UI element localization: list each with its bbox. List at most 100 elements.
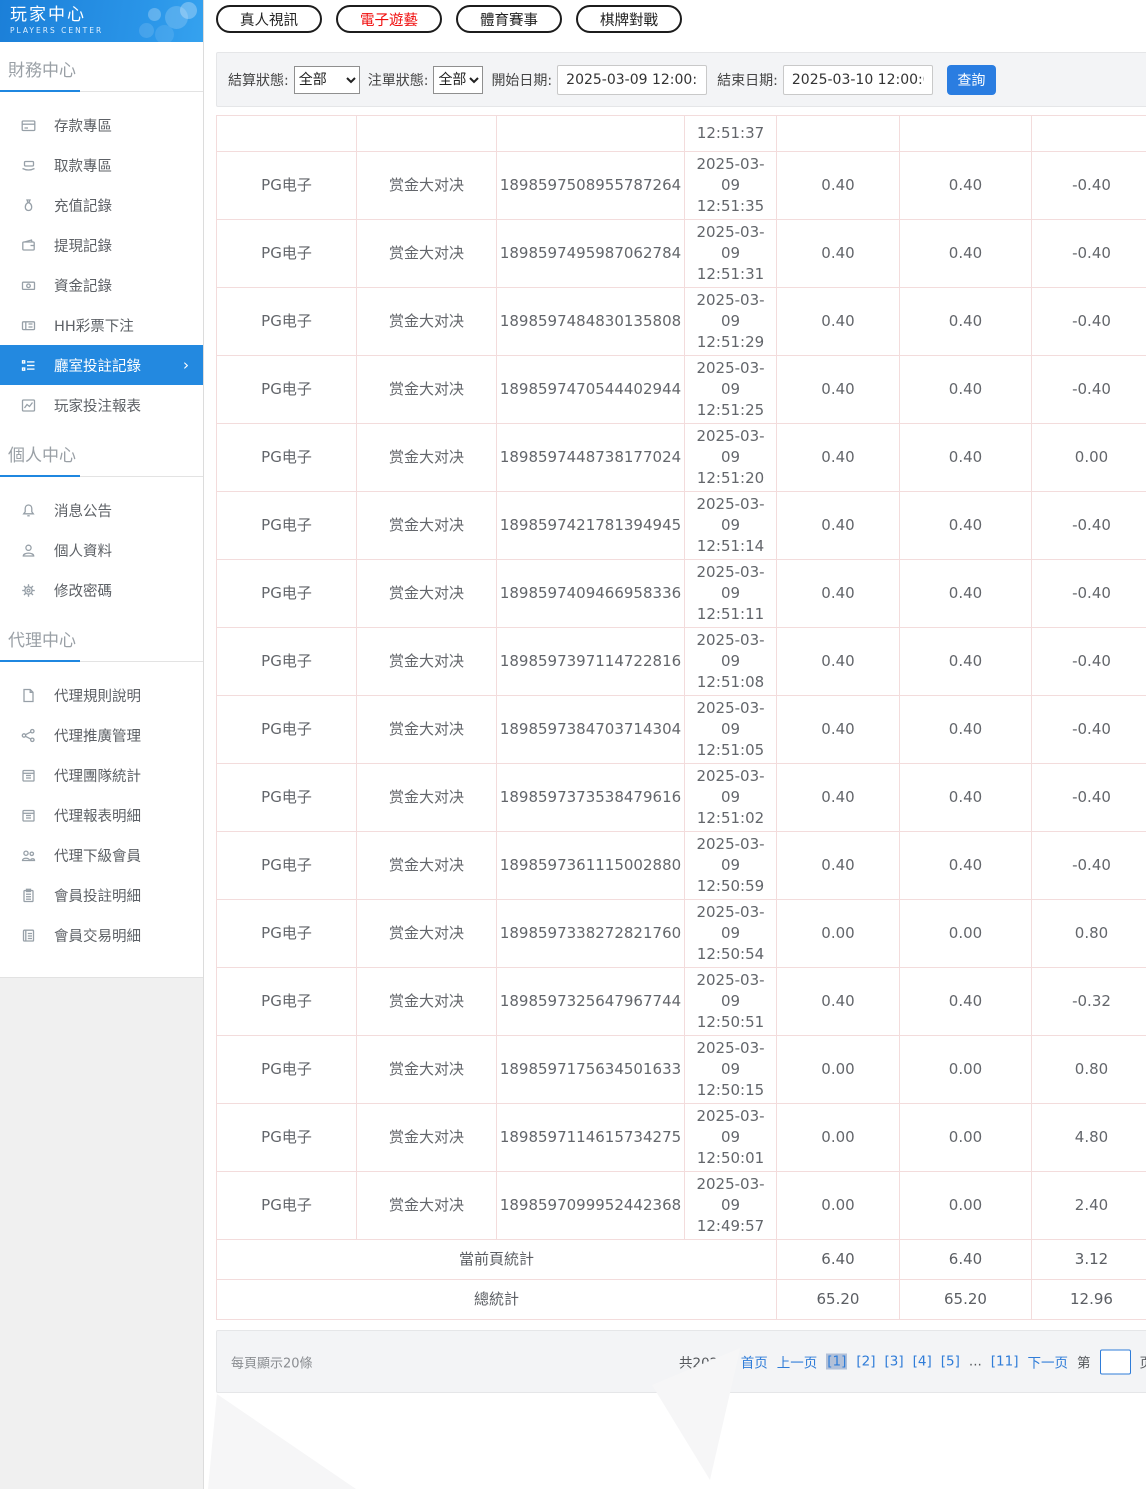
cell-valid-amount: 0.40 <box>900 832 1032 900</box>
summary-valid-amount: 65.20 <box>900 1280 1032 1320</box>
cell-datetime: 2025-03-0912:49:57 <box>685 1172 777 1240</box>
tab-slots[interactable]: 電子遊藝 <box>336 5 442 33</box>
sidebar-item-label: 修改密碼 <box>54 580 112 601</box>
end-date-input[interactable] <box>783 65 933 95</box>
cell-profit: -0.40 <box>1032 764 1146 832</box>
list-icon <box>20 357 37 373</box>
settle-status-select[interactable]: 全部 <box>294 66 360 94</box>
first-page-link[interactable]: 首页 <box>741 1352 768 1372</box>
cell-game: 赏金大对决 <box>357 696 497 764</box>
cell-valid-amount: 0.40 <box>900 628 1032 696</box>
cell-profit: 2.40 <box>1032 1172 1146 1240</box>
sidebar-item-agent-report[interactable]: 代理報表明細› <box>0 795 203 835</box>
jump-page-input[interactable] <box>1100 1349 1131 1374</box>
tab-boards[interactable]: 棋牌對戰 <box>576 5 682 33</box>
cell-bet-amount: 0.40 <box>777 832 900 900</box>
cell-order-no: 1898597338272821760 <box>497 900 685 968</box>
cell-valid-amount: 0.00 <box>900 1104 1032 1172</box>
cell-bet-amount: 0.00 <box>777 1172 900 1240</box>
sidebar-item-agent-promo[interactable]: 代理推廣管理› <box>0 715 203 755</box>
sidebar-item-member-bets[interactable]: 會員投註明細› <box>0 875 203 915</box>
cell-game: 赏金大对决 <box>357 424 497 492</box>
cell-datetime: 2025-03-0912:51:20 <box>685 424 777 492</box>
cell-bet-amount: 0.40 <box>777 560 900 628</box>
summary-valid-amount: 6.40 <box>900 1240 1032 1280</box>
query-button[interactable]: 查詢 <box>947 65 996 95</box>
sidebar-item-label: 廳室投註記錄 <box>54 355 141 376</box>
sidebar-item-agent-members[interactable]: 代理下級會員› <box>0 835 203 875</box>
last-page-link[interactable]: [11] <box>991 1354 1019 1370</box>
sidebar-item-announcements[interactable]: 消息公告› <box>0 490 203 530</box>
user-icon <box>20 542 37 558</box>
table-row: PG电子赏金大对决18985970999524423682025-03-0912… <box>217 1172 1146 1240</box>
cell-provider: PG电子 <box>217 696 357 764</box>
cell-game: 赏金大对决 <box>357 1104 497 1172</box>
page-link-3[interactable]: [3] <box>885 1354 904 1370</box>
users-icon <box>20 847 37 863</box>
sidebar-item-withdraw[interactable]: 取款專區› <box>0 145 203 185</box>
cell-game: 赏金大对决 <box>357 764 497 832</box>
cell-game: 赏金大对决 <box>357 1172 497 1240</box>
sidebar-item-member-trades[interactable]: 會員交易明細› <box>0 915 203 955</box>
sidebar-filler <box>0 977 203 1489</box>
filter-bar: 結算狀態: 全部 注單狀態: 全部 開始日期: 結束日期: 查詢 <box>216 52 1146 107</box>
cell-provider: PG电子 <box>217 356 357 424</box>
cell-order-no <box>497 116 685 152</box>
cell-bet-amount: 0.40 <box>777 288 900 356</box>
sidebar-item-label: 提現記錄 <box>54 235 112 256</box>
tab-live[interactable]: 真人視訊 <box>216 5 322 33</box>
cell-profit: -0.40 <box>1032 220 1146 288</box>
sidebar-section: 個人中心消息公告›個人資料›修改密碼› <box>0 441 203 610</box>
section-title: 代理中心 <box>0 626 203 651</box>
sidebar-section: 代理中心代理規則說明›代理推廣管理›代理團隊統計›代理報表明細›代理下級會員›會… <box>0 626 203 955</box>
cell-bet-amount: 0.40 <box>777 628 900 696</box>
cell-bet-amount: 0.00 <box>777 1036 900 1104</box>
bank-card-icon <box>20 117 37 133</box>
sidebar-item-agent-rules[interactable]: 代理規則說明› <box>0 675 203 715</box>
sidebar-item-recharge-log[interactable]: 充值記錄› <box>0 185 203 225</box>
start-date-input[interactable] <box>557 65 707 95</box>
cell-datetime: 2025-03-0912:51:02 <box>685 764 777 832</box>
cell-datetime: 2025-03-0912:51:31 <box>685 220 777 288</box>
start-date-label: 開始日期: <box>491 70 552 90</box>
order-status-select[interactable]: 全部 <box>433 66 483 94</box>
sidebar-item-change-password[interactable]: 修改密碼› <box>0 570 203 610</box>
hand-cash-icon <box>20 157 37 173</box>
cell-provider: PG电子 <box>217 220 357 288</box>
sidebar-item-player-report[interactable]: 玩家投注報表› <box>0 385 203 425</box>
gear-icon <box>20 582 37 598</box>
order-status-label: 注單狀態: <box>368 70 429 90</box>
sidebar-item-lottery-bets[interactable]: HH彩票下注› <box>0 305 203 345</box>
cell-profit: -0.40 <box>1032 288 1146 356</box>
cell-profit: -0.40 <box>1032 560 1146 628</box>
sidebar-item-funds-log[interactable]: 資金記錄› <box>0 265 203 305</box>
cell-game: 赏金大对决 <box>357 152 497 220</box>
sidebar-item-room-bet-log[interactable]: 廳室投註記錄› <box>0 345 203 385</box>
sidebar-item-label: 玩家投注報表 <box>54 395 141 416</box>
page-link-4[interactable]: [4] <box>913 1354 932 1370</box>
cell-provider: PG电子 <box>217 1104 357 1172</box>
cell-provider: PG电子 <box>217 288 357 356</box>
cell-provider: PG电子 <box>217 492 357 560</box>
cell-datetime: 2025-03-0912:51:14 <box>685 492 777 560</box>
page-link-5[interactable]: [5] <box>941 1354 960 1370</box>
cell-bet-amount: 0.00 <box>777 1104 900 1172</box>
sidebar-item-cashout-log[interactable]: 提現記錄› <box>0 225 203 265</box>
next-page-link[interactable]: 下一页 <box>1028 1352 1069 1372</box>
tab-sports[interactable]: 體育賽事 <box>456 5 562 33</box>
sidebar-item-profile[interactable]: 個人資料› <box>0 530 203 570</box>
cell-valid-amount: 0.40 <box>900 492 1032 560</box>
cell-order-no: 1898597421781394945 <box>497 492 685 560</box>
prev-page-link[interactable]: 上一页 <box>777 1352 818 1372</box>
page-link-2[interactable]: [2] <box>856 1354 875 1370</box>
cell-order-no: 1898597470544402944 <box>497 356 685 424</box>
sidebar-item-deposit[interactable]: 存款專區› <box>0 105 203 145</box>
cell-game: 赏金大对决 <box>357 356 497 424</box>
cell-provider: PG电子 <box>217 628 357 696</box>
table-row: PG电子赏金大对决18985974487381770242025-03-0912… <box>217 424 1146 492</box>
summary-profit: 12.96 <box>1032 1280 1146 1320</box>
page-link-1[interactable]: [1] <box>826 1354 847 1370</box>
cell-profit: 4.80 <box>1032 1104 1146 1172</box>
sidebar-item-agent-team[interactable]: 代理團隊統計› <box>0 755 203 795</box>
cell-game: 赏金大对决 <box>357 628 497 696</box>
